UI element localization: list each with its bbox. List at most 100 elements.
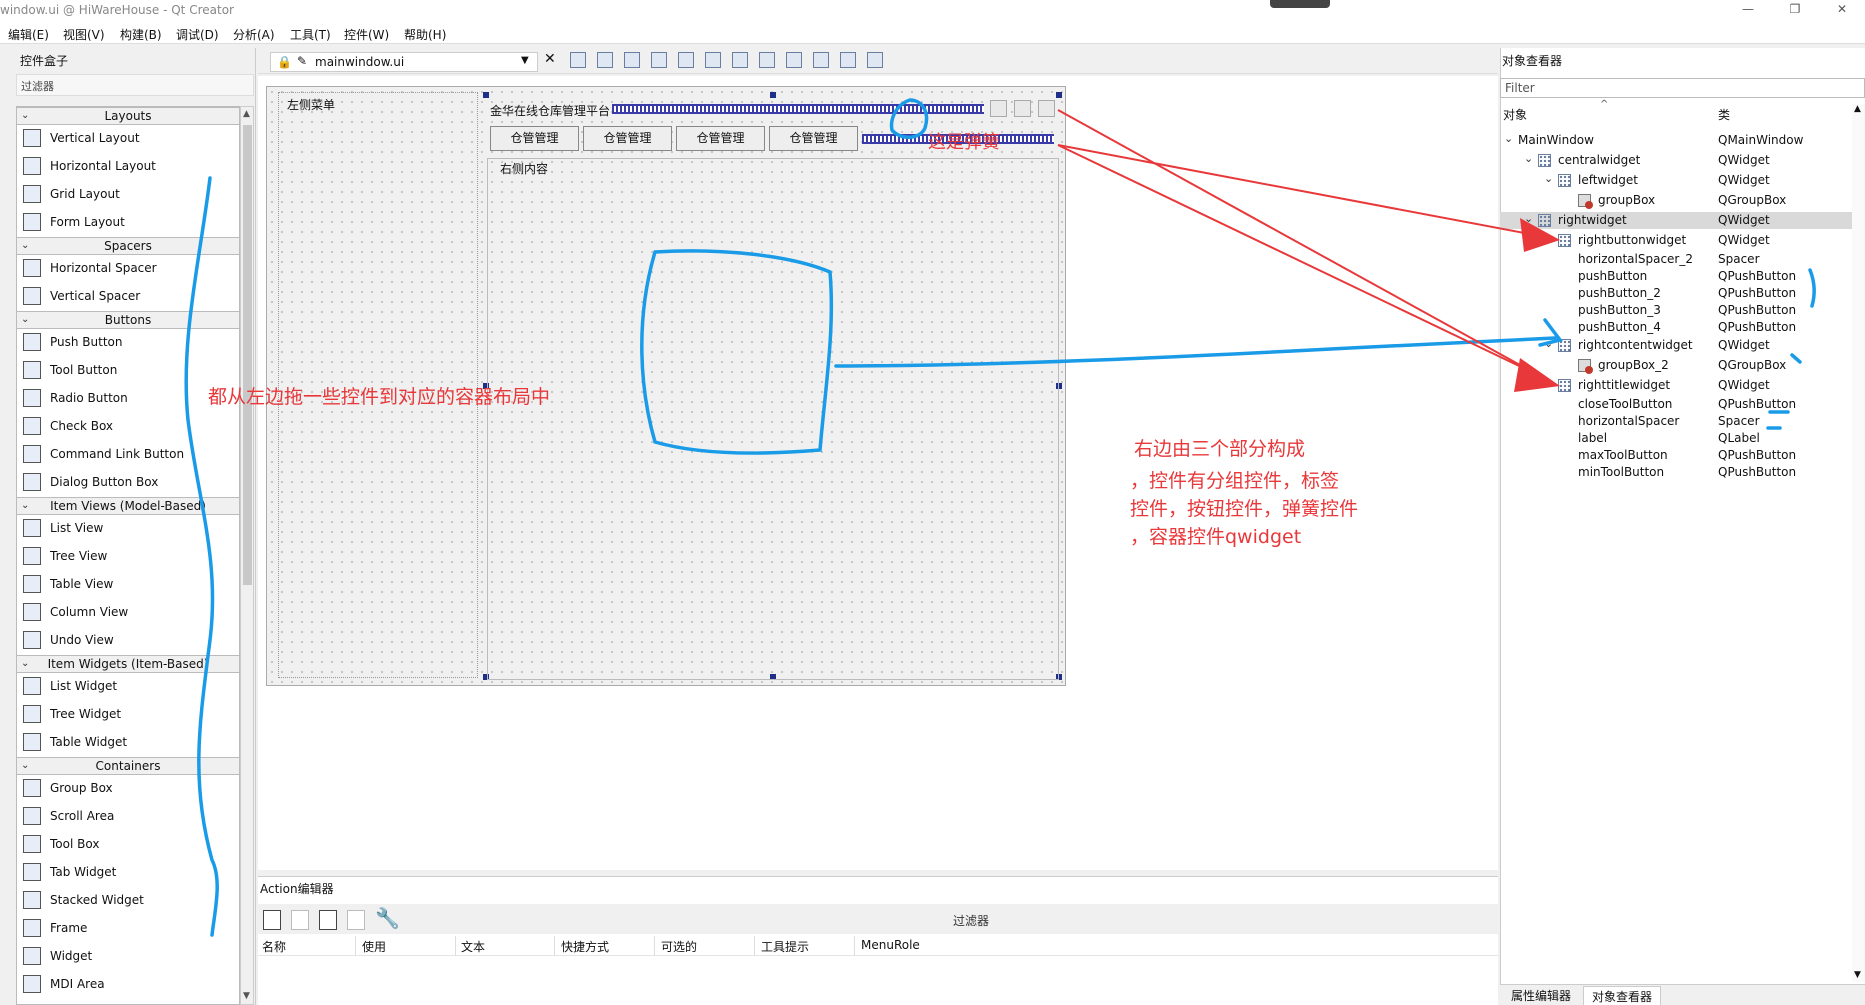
object-tree-row[interactable]: ⌄ rightbuttonwidget QWidget [1500, 232, 1852, 249]
scroll-down-icon[interactable]: ▼ [243, 991, 250, 1001]
widget-item[interactable]: Check Box [17, 413, 239, 441]
col-name[interactable]: 名称 [262, 938, 286, 955]
widget-item[interactable]: Tab Widget [17, 859, 239, 887]
chevron-down-icon[interactable]: ⌄ [21, 498, 29, 514]
object-tree-row[interactable]: ⌄ centralwidget QWidget [1500, 152, 1852, 169]
object-tree-row[interactable]: ⌄ rightcontentwidget QWidget [1500, 337, 1852, 354]
col-text[interactable]: 文本 [461, 938, 485, 955]
scroll-up-icon[interactable]: ▲ [243, 109, 250, 119]
menu-edit[interactable]: 编辑(E) [8, 26, 49, 43]
widget-item[interactable]: Tree Widget [17, 701, 239, 729]
object-tree-row[interactable]: closeToolButton QPushButton [1500, 396, 1852, 413]
category-header[interactable]: ⌄ Buttons [17, 311, 239, 329]
object-tree-row[interactable]: groupBox_2 QGroupBox [1500, 357, 1852, 374]
selection-handle[interactable] [483, 92, 489, 98]
category-header[interactable]: ⌄ Containers [17, 757, 239, 775]
widget-item[interactable]: Radio Button [17, 385, 239, 413]
object-tree-row[interactable]: pushButton_2 QPushButton [1500, 285, 1852, 302]
copy-action-icon[interactable] [291, 910, 309, 930]
widget-box-scrollbar[interactable]: ▲ ▼ [240, 106, 254, 1005]
paste-action-icon[interactable] [319, 910, 337, 930]
widget-item[interactable]: Grid Layout [17, 181, 239, 209]
platform-title-label[interactable]: 金华在线仓库管理平台 [490, 102, 610, 119]
widget-item[interactable]: Form Layout [17, 209, 239, 237]
chevron-down-icon[interactable]: ⌄ [21, 108, 29, 124]
tab-property-editor[interactable]: 属性编辑器 [1503, 986, 1579, 1005]
layout-h-splitter-icon[interactable] [732, 52, 748, 68]
delete-action-icon[interactable] [347, 910, 365, 930]
menu-build[interactable]: 构建(B) [120, 26, 162, 43]
chevron-down-icon[interactable]: ⌄ [1544, 172, 1553, 185]
widget-item[interactable]: Push Button [17, 329, 239, 357]
menu-help[interactable]: 帮助(H) [404, 26, 446, 43]
break-layout-icon[interactable] [840, 52, 856, 68]
chevron-down-icon[interactable]: ⌄ [1524, 212, 1533, 225]
menu-view[interactable]: 视图(V) [63, 26, 105, 43]
chevron-down-icon[interactable]: ⌄ [1544, 232, 1553, 245]
layout-grid-icon[interactable] [813, 52, 829, 68]
widget-item[interactable]: Frame [17, 915, 239, 943]
chevron-down-icon[interactable]: ⌄ [21, 758, 29, 774]
layout-vertical-icon[interactable] [705, 52, 721, 68]
widget-item[interactable]: Tree View [17, 543, 239, 571]
widget-item[interactable]: List View [17, 515, 239, 543]
object-tree-row[interactable]: groupBox QGroupBox [1500, 192, 1852, 209]
horizontal-spacer[interactable] [612, 104, 984, 114]
widget-item[interactable]: Table View [17, 571, 239, 599]
nav-button-3[interactable]: 仓管管理 [676, 126, 765, 151]
widget-item[interactable]: Dialog Button Box [17, 469, 239, 497]
menu-debug[interactable]: 调试(D) [176, 26, 219, 43]
chevron-down-icon[interactable]: ▼ [521, 55, 529, 66]
object-tree-row[interactable]: ⌄ MainWindow QMainWindow [1500, 132, 1852, 149]
edit-widgets-icon[interactable] [570, 52, 586, 68]
chevron-down-icon[interactable]: ⌄ [21, 656, 29, 672]
close-button[interactable]: ✕ [1827, 2, 1857, 20]
widget-item[interactable]: Horizontal Layout [17, 153, 239, 181]
object-inspector-filter[interactable]: Filter [1500, 78, 1865, 98]
edit-tab-order-icon[interactable] [651, 52, 667, 68]
edit-signals-icon[interactable] [597, 52, 613, 68]
col-checkable[interactable]: 可选的 [661, 938, 697, 955]
edit-buddies-icon[interactable] [624, 52, 640, 68]
widget-box-filter[interactable]: 过滤器 [16, 74, 254, 96]
right-content-groupbox[interactable] [487, 158, 1059, 680]
widget-item[interactable]: Vertical Spacer [17, 283, 239, 311]
scroll-up-icon[interactable]: ▲ [1854, 104, 1861, 114]
widget-item[interactable]: Command Link Button [17, 441, 239, 469]
scroll-thumb[interactable] [243, 125, 252, 585]
nav-button-1[interactable]: 仓管管理 [490, 126, 579, 151]
menu-tools[interactable]: 工具(T) [290, 26, 331, 43]
widget-item[interactable]: List Widget [17, 673, 239, 701]
chevron-down-icon[interactable]: ⌄ [1544, 377, 1553, 390]
widget-item[interactable]: Horizontal Spacer [17, 255, 239, 283]
chevron-down-icon[interactable]: ⌄ [1544, 337, 1553, 350]
object-tree-row[interactable]: horizontalSpacer_2 Spacer [1500, 251, 1852, 268]
object-tree-row[interactable]: horizontalSpacer Spacer [1500, 413, 1852, 430]
widget-item[interactable]: Undo View [17, 627, 239, 655]
widget-item[interactable]: MDI Area [17, 971, 239, 999]
file-selector[interactable]: 🔒 ✎ mainwindow.ui ▼ [270, 52, 538, 72]
adjust-size-icon[interactable] [867, 52, 883, 68]
category-header[interactable]: ⌄ Layouts [17, 107, 239, 125]
widget-item[interactable]: Tool Button [17, 357, 239, 385]
layout-v-splitter-icon[interactable] [759, 52, 775, 68]
configure-wrench-icon[interactable]: 🔧 [375, 906, 400, 930]
widget-item[interactable]: Scroll Area [17, 803, 239, 831]
maximize-button[interactable]: ❐ [1780, 2, 1810, 20]
nav-button-4[interactable]: 仓管管理 [769, 126, 858, 151]
col-tooltip[interactable]: 工具提示 [761, 938, 809, 955]
category-header[interactable]: ⌄ Item Widgets (Item-Based) [17, 655, 239, 673]
close-tool-button[interactable] [1038, 100, 1055, 117]
category-header[interactable]: ⌄ Item Views (Model-Based) [17, 497, 239, 515]
selection-handle[interactable] [770, 92, 776, 98]
object-tree-row[interactable]: maxToolButton QPushButton [1500, 447, 1852, 464]
action-filter-label[interactable]: 过滤器 [953, 912, 989, 929]
object-tree-row[interactable]: ⌄ rightwidget QWidget [1500, 212, 1852, 229]
chevron-down-icon[interactable]: ⌄ [1504, 132, 1513, 145]
col-class[interactable]: 类 [1718, 106, 1730, 123]
min-tool-button[interactable] [990, 100, 1007, 117]
minimize-button[interactable]: — [1733, 2, 1763, 20]
object-tree-row[interactable]: label QLabel [1500, 430, 1852, 447]
widget-item[interactable]: Group Box [17, 775, 239, 803]
layout-form-icon[interactable] [786, 52, 802, 68]
